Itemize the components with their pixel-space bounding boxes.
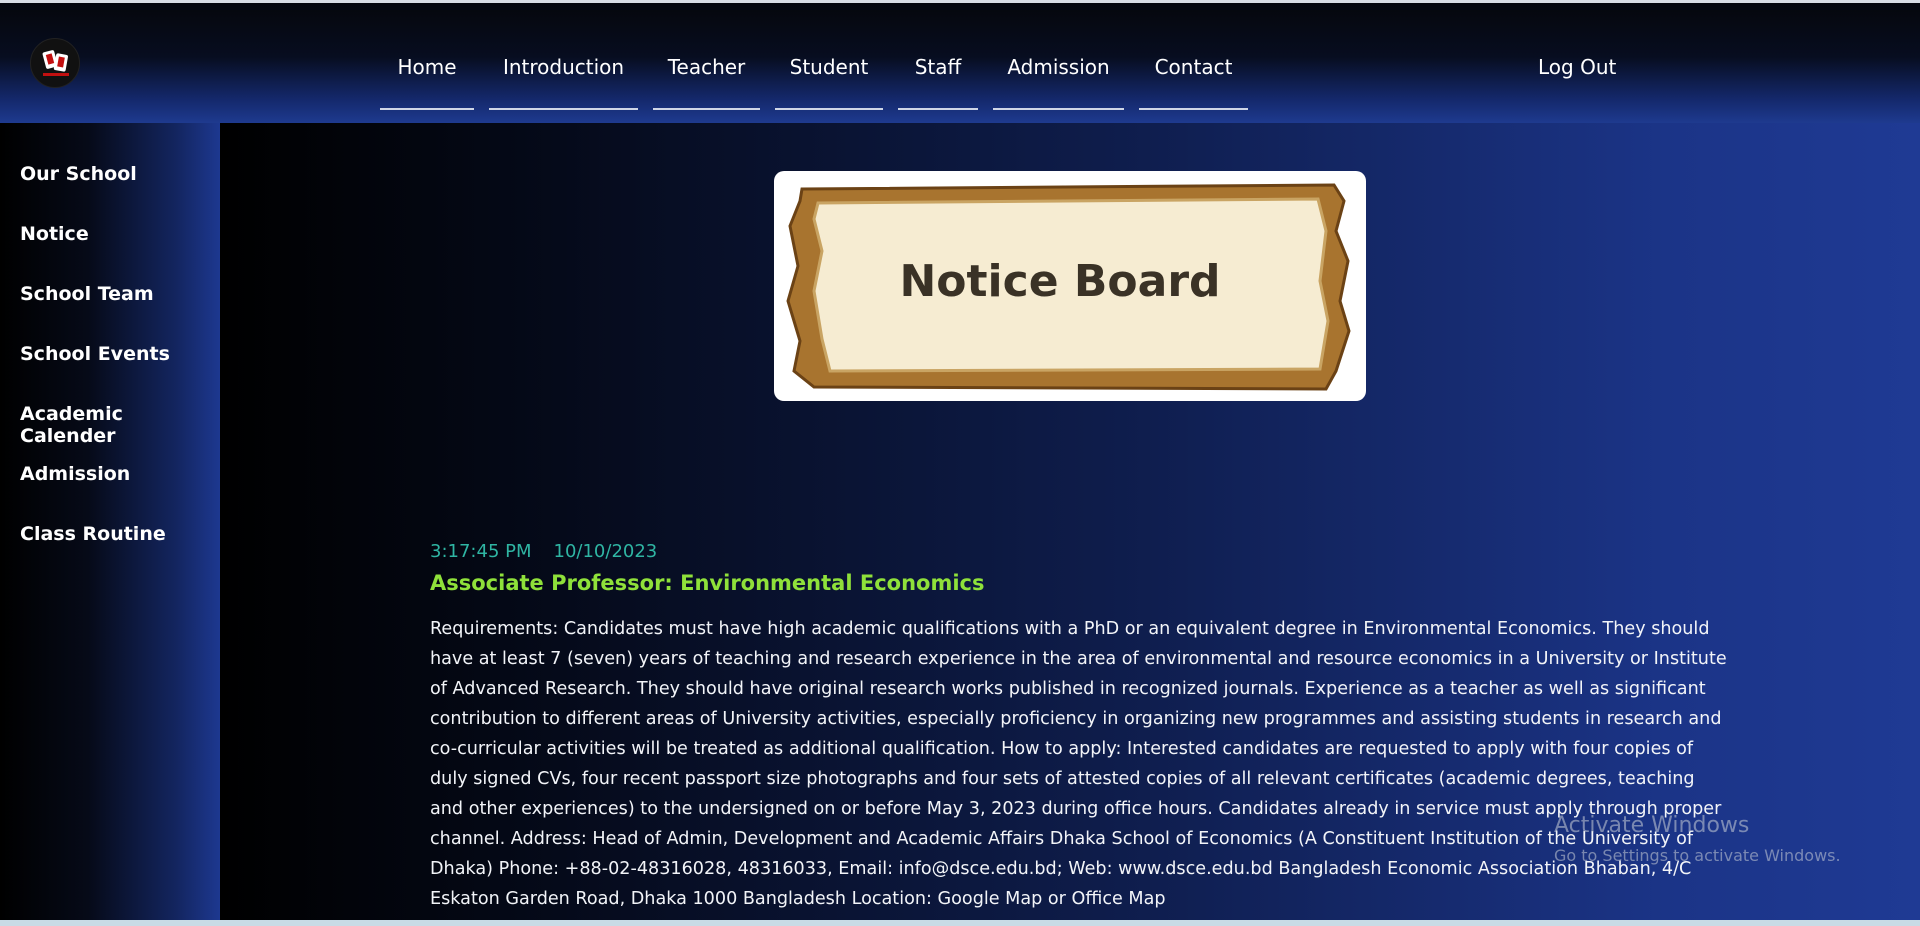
logout-link[interactable]: Log Out: [1538, 55, 1616, 79]
window-bottom-edge: [0, 920, 1920, 926]
notice-board-banner: Notice Board: [774, 171, 1366, 401]
notice-board-text: Notice Board: [899, 256, 1220, 307]
activate-windows-subtitle: Go to Settings to activate Windows.: [1554, 846, 1841, 865]
sidebar-item-our-school[interactable]: Our School: [20, 163, 137, 185]
sidebar-item-academic-calender[interactable]: Academic Calender: [20, 403, 220, 447]
main-content: Notice Board 3:17:45 PM 10/10/2023 Associ…: [220, 123, 1920, 920]
top-header: Home Introduction Teacher Student Staff …: [0, 3, 1920, 123]
activate-windows-title: Activate Windows: [1554, 813, 1750, 838]
sidebar: Our School Notice School Team School Eve…: [0, 123, 220, 920]
nav-staff[interactable]: Staff: [898, 43, 978, 110]
nav-introduction[interactable]: Introduction: [489, 43, 638, 110]
notice-title: Associate Professor: Environmental Econo…: [430, 571, 985, 595]
school-logo-icon[interactable]: [30, 38, 80, 88]
nav-contact[interactable]: Contact: [1139, 43, 1248, 110]
notice-meta: 3:17:45 PM 10/10/2023: [430, 541, 657, 562]
sidebar-item-school-team[interactable]: School Team: [20, 283, 154, 305]
nav-home[interactable]: Home: [380, 43, 474, 110]
sidebar-item-notice[interactable]: Notice: [20, 223, 89, 245]
notice-time: 3:17:45 PM: [430, 541, 532, 562]
notice-date: 10/10/2023: [553, 541, 658, 562]
nav-admission[interactable]: Admission: [993, 43, 1124, 110]
sidebar-item-admission[interactable]: Admission: [20, 463, 130, 485]
nav-teacher[interactable]: Teacher: [653, 43, 760, 110]
sidebar-item-school-events[interactable]: School Events: [20, 343, 170, 365]
sidebar-item-class-routine[interactable]: Class Routine: [20, 523, 166, 545]
notice-body: Requirements: Candidates must have high …: [430, 619, 1727, 909]
nav-student[interactable]: Student: [775, 43, 883, 110]
